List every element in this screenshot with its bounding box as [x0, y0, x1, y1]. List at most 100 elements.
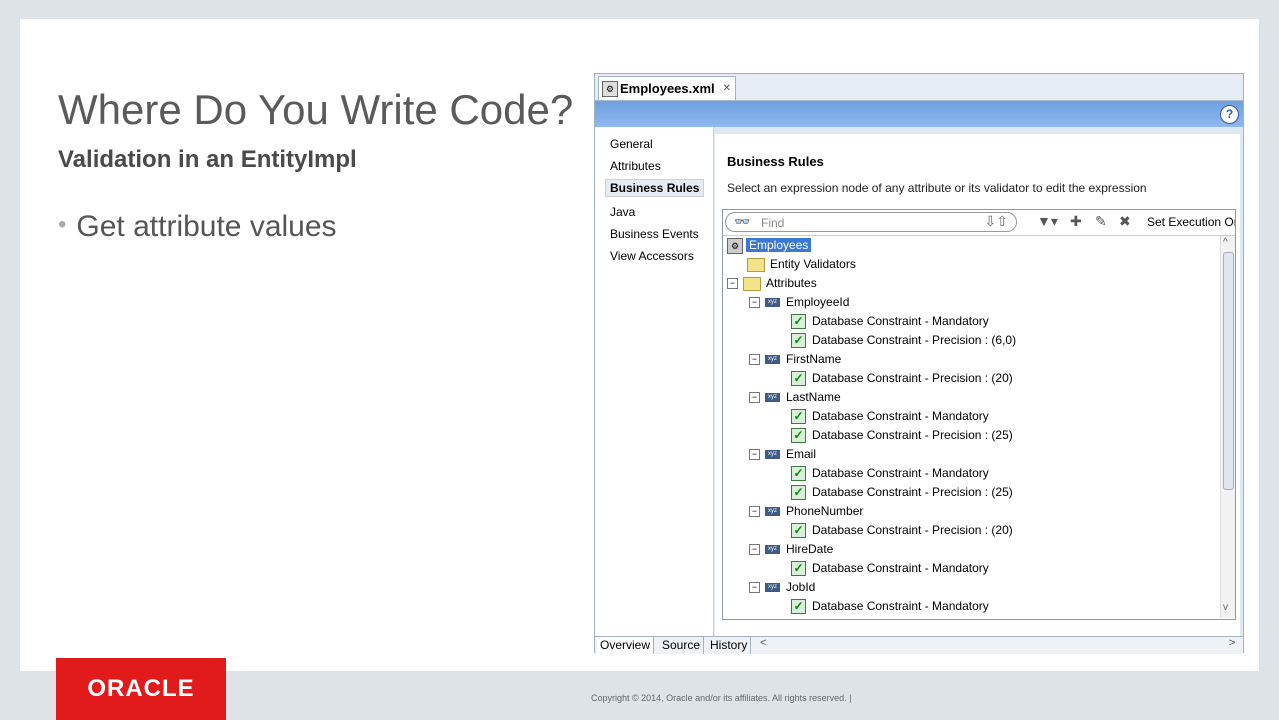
attribute-icon: xyz [765, 393, 780, 403]
scroll-left-icon[interactable]: < [760, 637, 766, 649]
nav-item-business-events[interactable]: Business Events [610, 227, 699, 241]
tab-source[interactable]: Source [659, 637, 705, 654]
tree-node-attribute[interactable]: − xyz JobId [749, 578, 815, 597]
tree-vertical-scrollbar[interactable]: ^ v [1220, 236, 1235, 618]
nav-item-attributes[interactable]: Attributes [610, 159, 661, 173]
validator-check-icon: ✓ [791, 314, 806, 330]
collapse-icon[interactable]: − [749, 297, 760, 309]
tree-node-attribute[interactable]: − xyz EmployeeId [749, 293, 849, 312]
folder-icon [747, 257, 765, 272]
add-icon[interactable]: ✚ [1070, 213, 1082, 230]
tree-node-entity-validators[interactable]: Entity Validators [747, 255, 856, 274]
tree-node-attribute-label: PhoneNumber [786, 504, 864, 518]
scroll-right-icon[interactable]: > [1229, 637, 1235, 649]
tab-overview[interactable]: Overview [597, 637, 655, 654]
tree-node-rule-label: Database Constraint - Precision : (6,0) [812, 333, 1017, 347]
binoculars-icon: 👓 [734, 214, 751, 229]
tree-node-rule-label: Database Constraint - Mandatory [812, 466, 989, 480]
tree-node-rule[interactable]: ✓ Database Constraint - Precision : (20) [791, 369, 1013, 388]
tree-node-attribute-label: EmployeeId [786, 295, 850, 309]
attribute-icon: xyz [765, 583, 780, 593]
find-next-prev-icon[interactable]: ⇩⇧ [985, 213, 1008, 230]
tree-node-attribute[interactable]: − xyz PhoneNumber [749, 502, 863, 521]
tree-node-rule-label: Database Constraint - Mandatory [812, 561, 989, 575]
tree-node-rule[interactable]: ✓ Database Constraint - Mandatory [791, 312, 989, 331]
tree-node-rule-label: Database Constraint - Mandatory [812, 314, 989, 328]
nav-item-general[interactable]: General [610, 137, 653, 151]
entity-object-icon: ⚙ [727, 237, 743, 254]
nav-item-java[interactable]: Java [610, 205, 635, 219]
validator-check-icon: ✓ [791, 371, 806, 387]
nav-item-view-accessors[interactable]: View Accessors [610, 249, 694, 263]
find-field[interactable]: 👓 Find ⇩⇧ [725, 212, 1017, 232]
slide-subtitle: Validation in an EntityImpl [58, 146, 357, 173]
tree-node-rule[interactable]: ✓ Database Constraint - Mandatory [791, 407, 989, 426]
section-description: Select an expression node of any attribu… [727, 181, 1147, 195]
attribute-icon: xyz [765, 545, 780, 555]
edit-pencil-icon[interactable]: ✎ [1095, 213, 1107, 230]
bullet-dot-icon: • [58, 211, 67, 238]
rules-tree-panel: 👓 Find ⇩⇧ ▼▾ ✚ ✎ ✖ Set Execution Or ⚙ Emp… [722, 209, 1236, 620]
tree-node-root[interactable]: ⚙ Employees [727, 236, 812, 255]
validator-check-icon: ✓ [791, 466, 806, 482]
tree-node-rule[interactable]: ✓ Database Constraint - Mandatory [791, 559, 989, 578]
oracle-logo: ORACLE [56, 658, 226, 720]
scroll-down-icon[interactable]: v [1223, 602, 1228, 613]
section-title: Business Rules [727, 154, 824, 169]
tree-node-rule[interactable]: ✓ Database Constraint - Precision : (25) [791, 483, 1013, 502]
tree-node-entity-validators-label: Entity Validators [770, 257, 856, 271]
tree-node-attributes[interactable]: − Attributes [727, 274, 817, 293]
tree-node-rule[interactable]: ✓ Database Constraint - Mandatory [791, 464, 989, 483]
folder-icon [743, 276, 761, 291]
collapse-icon[interactable]: − [749, 544, 760, 556]
validator-check-icon: ✓ [791, 428, 806, 444]
bullet-item: • Get attribute values [58, 210, 337, 244]
tree-node-attribute-label: LastName [786, 390, 841, 404]
help-icon[interactable]: ? [1220, 105, 1239, 124]
bullet-text: Get attribute values [76, 210, 337, 243]
logo-text: ORACLE [87, 675, 195, 702]
tree-node-attribute[interactable]: − xyz FirstName [749, 350, 841, 369]
tree-node-rule[interactable]: ✓ Database Constraint - Mandatory [791, 597, 989, 616]
tree-node-attribute[interactable]: − xyz HireDate [749, 540, 833, 559]
attribute-icon: xyz [765, 507, 780, 517]
tree-node-attributes-label: Attributes [766, 276, 817, 290]
business-rules-panel: Business Rules Select an expression node… [715, 134, 1240, 636]
validator-check-icon: ✓ [791, 409, 806, 425]
scroll-thumb[interactable] [1223, 252, 1234, 490]
delete-icon[interactable]: ✖ [1119, 213, 1131, 230]
tab-history[interactable]: History [707, 637, 752, 654]
tree-node-attribute-label: HireDate [786, 542, 834, 556]
close-tab-icon[interactable]: ✕ [723, 83, 731, 94]
tree-node-rule[interactable]: ✓ Database Constraint - Precision : (20) [791, 521, 1013, 540]
tree-node-rule-label: Database Constraint - Precision : (20) [812, 371, 1013, 385]
collapse-icon[interactable]: − [749, 392, 760, 404]
file-tab-label: Employees.xml [620, 81, 715, 96]
tree-node-attribute[interactable]: − xyz LastName [749, 388, 841, 407]
editor-bottom-tabs: Overview Source History < > [595, 636, 1243, 654]
collapse-icon[interactable]: − [749, 582, 760, 594]
tree-node-rule[interactable]: ✓ Database Constraint - Precision : (6,0) [791, 331, 1016, 350]
collapse-icon[interactable]: − [749, 506, 760, 518]
tree-node-rule-label: Database Constraint - Precision : (20) [812, 523, 1013, 537]
set-execution-order-button[interactable]: Set Execution Or [1147, 215, 1235, 229]
validator-check-icon: ✓ [791, 523, 806, 539]
tree-node-rule[interactable]: ✓ Database Constraint - Precision : (25) [791, 426, 1013, 445]
collapse-icon[interactable]: − [727, 278, 738, 290]
filter-icon[interactable]: ▼▾ [1037, 213, 1058, 230]
tree-node-root-label: Employees [746, 238, 812, 252]
file-tab[interactable]: ⚙ Employees.xml ✕ [598, 76, 736, 100]
tree-toolbar: 👓 Find ⇩⇧ ▼▾ ✚ ✎ ✖ Set Execution Or [723, 210, 1235, 236]
validator-check-icon: ✓ [791, 561, 806, 577]
tree-node-rule-label: Database Constraint - Mandatory [812, 599, 989, 613]
collapse-icon[interactable]: − [749, 449, 760, 461]
editor-tab-bar: ⚙ Employees.xml ✕ [595, 74, 1243, 101]
slide-title: Where Do You Write Code? [58, 86, 574, 133]
scroll-up-icon[interactable]: ^ [1223, 237, 1228, 248]
tree-node-rule-label: Database Constraint - Precision : (25) [812, 428, 1013, 442]
tree-node-rule-label: Database Constraint - Precision : (25) [812, 485, 1013, 499]
tree-node-attribute[interactable]: − xyz Email [749, 445, 816, 464]
collapse-icon[interactable]: − [749, 354, 760, 366]
editor-nav-pane [595, 127, 714, 636]
nav-item-business-rules[interactable]: Business Rules [605, 179, 705, 197]
